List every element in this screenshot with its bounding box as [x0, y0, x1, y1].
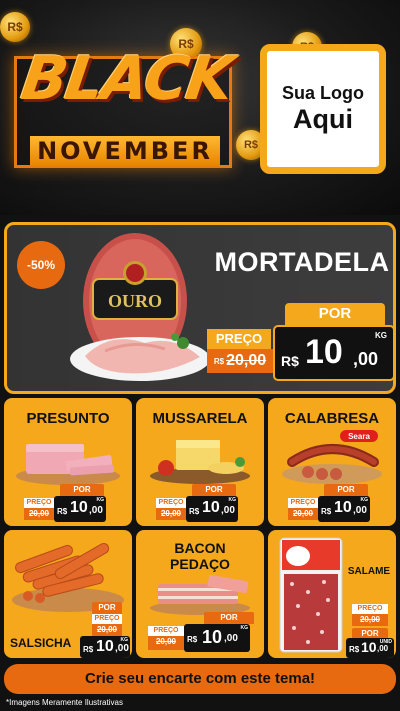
por-label: POR — [285, 303, 385, 325]
black-title: BLACK — [17, 44, 237, 114]
logo-text-line1: Sua Logo — [282, 83, 364, 103]
price-decimal: ,00 — [353, 349, 379, 369]
mussarela-image — [150, 440, 250, 484]
hero-product-card[interactable]: OURO -50% MORTADELA POR PREÇO R$ 20,00 R… — [4, 222, 396, 394]
disclaimer-text: *Imagens Meramente Ilustrativas — [6, 698, 123, 707]
product-name-line2: PEDAÇO — [170, 556, 230, 572]
presunto-image — [16, 444, 120, 485]
seara-logo: Seara — [348, 432, 370, 441]
product-name-line1: BACON — [174, 540, 226, 556]
product-name: CALABRESA — [284, 410, 380, 427]
coin-icon: R$ — [0, 12, 30, 42]
old-price: R$ 20,00 — [207, 349, 273, 373]
mortadela-image: OURO — [70, 233, 210, 381]
product-card-salsicha[interactable]: SALSICHA POR PREÇO 20,00 R$ 10,00 KG — [4, 530, 132, 658]
product-card-salame[interactable]: SALAME PREÇO 20,00 POR R$ 10,00 UNID — [268, 530, 396, 658]
salame-image — [279, 537, 343, 653]
calabresa-image: Seara — [282, 430, 382, 484]
hero-title: MORTADELA — [214, 247, 390, 277]
bacon-image — [150, 574, 250, 615]
product-name: SALAME — [347, 566, 391, 577]
price-tag: POR PREÇO 20,00 R$ 10,00 KG — [156, 484, 246, 524]
price-unit: KG — [375, 331, 387, 340]
header-banner: R$ R$ R$ R$ BLACK NOVEMBER Sua Logo Aqui — [0, 0, 400, 215]
create-flyer-button[interactable]: Crie seu encarte com este tema! — [4, 664, 396, 694]
price-tag: POR PREÇO 20,00 R$ 10,00 KG — [66, 602, 130, 658]
hero-price-tag: POR PREÇO R$ 20,00 R$ 10 ,00 KG — [199, 301, 393, 385]
product-card-calabresa[interactable]: CALABRESA Seara POR PREÇO 20,00 R$ 10,00 K… — [268, 398, 396, 526]
product-name: MUSSARELA — [152, 410, 248, 427]
price-tag: POR PREÇO 20,00 R$ 10,00 KG — [288, 484, 378, 524]
product-card-presunto[interactable]: PRESUNTO POR PREÇO 20,00 R$ 10,00 KG — [4, 398, 132, 526]
product-name: SALSICHA — [10, 636, 72, 650]
logo-placeholder[interactable]: Sua Logo Aqui — [260, 44, 386, 174]
product-card-mussarela[interactable]: MUSSARELA POR PREÇO 20,00 R$ 10,00 KG — [136, 398, 264, 526]
price-tag: PREÇO 20,00 POR R$ 10,00 UNID — [344, 604, 394, 658]
currency-symbol: R$ — [281, 353, 299, 369]
price-tag: POR PREÇO 20,00 R$ 10,00 KG — [24, 484, 114, 524]
discount-badge: -50% — [17, 241, 65, 289]
new-price: R$ 10 ,00 KG — [273, 325, 393, 381]
product-name: PRESUNTO — [26, 410, 110, 427]
price-tag: POR PREÇO 20,00 R$ 10,00 KG — [148, 612, 258, 652]
preco-label: PREÇO — [207, 329, 271, 349]
product-card-bacon[interactable]: BACON PEDAÇO POR PREÇO 20,00 R$ 10,00 KG — [136, 530, 264, 658]
november-title: NOVEMBER — [30, 136, 220, 166]
price-integer: 10 — [305, 333, 343, 371]
logo-text-line2: Aqui — [293, 104, 353, 134]
mortadela-brand: OURO — [108, 291, 162, 311]
